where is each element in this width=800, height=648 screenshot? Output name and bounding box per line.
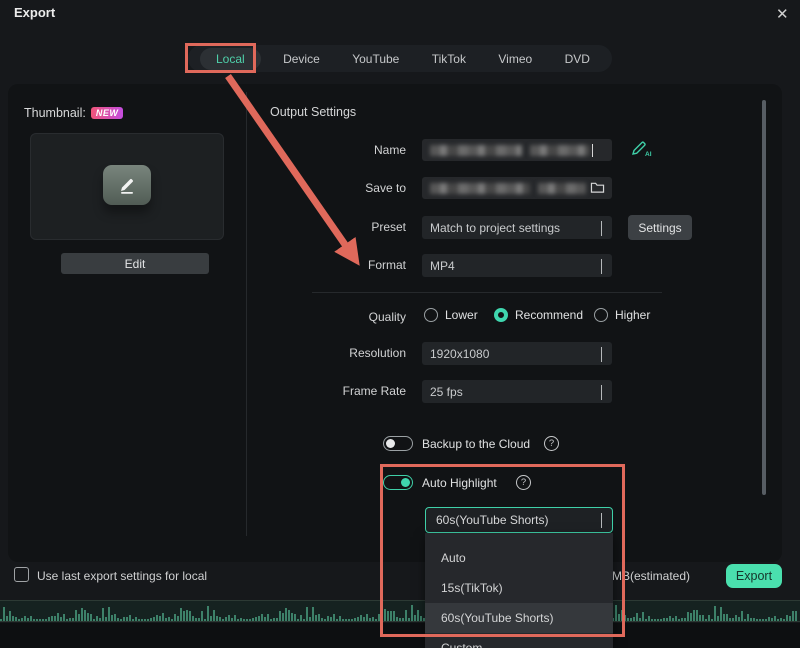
- preset-value: Match to project settings: [430, 221, 560, 235]
- svg-text:AI: AI: [645, 151, 652, 158]
- resolution-value: 1920x1080: [430, 347, 489, 361]
- thumbnail-preview[interactable]: [30, 133, 224, 240]
- name-label: Name: [270, 143, 406, 157]
- scrollbar[interactable]: [762, 100, 766, 495]
- pencil-icon: [117, 175, 137, 195]
- resolution-dropdown[interactable]: 1920x1080: [422, 342, 612, 365]
- menu-item-auto[interactable]: Auto: [425, 543, 613, 573]
- duration-value: 60s(YouTube Shorts): [436, 513, 549, 527]
- censored-path-text: [430, 183, 530, 194]
- preset-label: Preset: [270, 220, 406, 234]
- name-input[interactable]: [422, 139, 612, 161]
- backup-cloud-label: Backup to the Cloud: [422, 437, 530, 451]
- preset-dropdown[interactable]: Match to project settings: [422, 216, 612, 239]
- folder-icon[interactable]: [590, 181, 605, 194]
- radio-label: Lower: [445, 308, 478, 322]
- save-to-label: Save to: [270, 181, 406, 195]
- use-last-settings-label: Use last export settings for local: [37, 569, 207, 583]
- backup-cloud-toggle[interactable]: [383, 436, 413, 451]
- close-icon[interactable]: ✕: [770, 3, 795, 25]
- tab-local[interactable]: Local: [200, 48, 261, 70]
- radio-label: Higher: [615, 308, 650, 322]
- tab-dvd[interactable]: DVD: [555, 48, 600, 70]
- save-to-input[interactable]: [422, 177, 612, 199]
- frame-rate-label: Frame Rate: [270, 384, 406, 398]
- tab-tiktok[interactable]: TikTok: [422, 48, 476, 70]
- chevron-down-icon: [601, 221, 602, 235]
- tab-vimeo[interactable]: Vimeo: [488, 48, 542, 70]
- settings-button[interactable]: Settings: [628, 215, 692, 240]
- frame-rate-dropdown[interactable]: 25 fps: [422, 380, 612, 403]
- export-tab-bar: Local Device YouTube TikTok Vimeo DVD: [188, 45, 612, 72]
- new-badge: NEW: [91, 107, 124, 119]
- quality-label: Quality: [270, 310, 406, 324]
- help-icon[interactable]: ?: [544, 436, 559, 451]
- output-settings-title: Output Settings: [270, 105, 356, 119]
- format-label: Format: [270, 258, 406, 272]
- edit-thumbnail-button[interactable]: Edit: [61, 253, 209, 274]
- radio-icon-selected[interactable]: [494, 308, 508, 322]
- auto-highlight-label: Auto Highlight: [422, 476, 497, 490]
- thumbnail-label: Thumbnail: NEW: [24, 106, 123, 120]
- censored-name-text: [430, 145, 522, 156]
- export-main-panel: Thumbnail: NEW Edit Output Settings Name…: [8, 84, 782, 562]
- duration-dropdown-menu: Auto 15s(TikTok) 60s(YouTube Shorts) Cus…: [425, 533, 613, 648]
- chevron-down-icon: [601, 259, 602, 273]
- tab-youtube[interactable]: YouTube: [342, 48, 409, 70]
- menu-item-60s-youtube-shorts[interactable]: 60s(YouTube Shorts): [425, 603, 613, 633]
- resolution-label: Resolution: [270, 346, 406, 360]
- frame-rate-value: 25 fps: [430, 385, 463, 399]
- censored-name-text: [530, 145, 590, 156]
- estimated-size-text: 3 MB(estimated): [602, 569, 690, 583]
- menu-item-15s-tiktok[interactable]: 15s(TikTok): [425, 573, 613, 603]
- menu-item-custom[interactable]: Custom: [425, 633, 613, 648]
- chevron-down-icon: [601, 347, 602, 361]
- use-last-settings-checkbox[interactable]: [14, 567, 29, 582]
- highlight-duration-select[interactable]: 60s(YouTube Shorts): [425, 507, 613, 533]
- vertical-divider: [246, 92, 247, 536]
- radio-quality-lower[interactable]: Lower: [424, 308, 478, 322]
- radio-label: Recommend: [515, 308, 583, 322]
- radio-icon[interactable]: [594, 308, 608, 322]
- tab-device[interactable]: Device: [273, 48, 330, 70]
- radio-icon[interactable]: [424, 308, 438, 322]
- ai-rename-icon[interactable]: AI: [630, 138, 654, 160]
- chevron-up-icon: [601, 513, 602, 527]
- chevron-down-icon: [601, 385, 602, 399]
- auto-highlight-toggle[interactable]: [383, 475, 413, 490]
- export-button[interactable]: Export: [726, 564, 782, 588]
- section-divider: [312, 292, 662, 293]
- radio-quality-recommend[interactable]: Recommend: [494, 308, 583, 322]
- text-cursor: [592, 144, 593, 157]
- audio-waveform-strip: [0, 600, 800, 622]
- thumbnail-label-text: Thumbnail:: [24, 106, 86, 120]
- page-title: Export: [14, 5, 55, 20]
- censored-path-text: [538, 183, 586, 194]
- thumbnail-edit-icon-button[interactable]: [103, 165, 151, 205]
- timeline-background: [0, 623, 800, 648]
- format-value: MP4: [430, 259, 455, 273]
- radio-quality-higher[interactable]: Higher: [594, 308, 650, 322]
- help-icon[interactable]: ?: [516, 475, 531, 490]
- format-dropdown[interactable]: MP4: [422, 254, 612, 277]
